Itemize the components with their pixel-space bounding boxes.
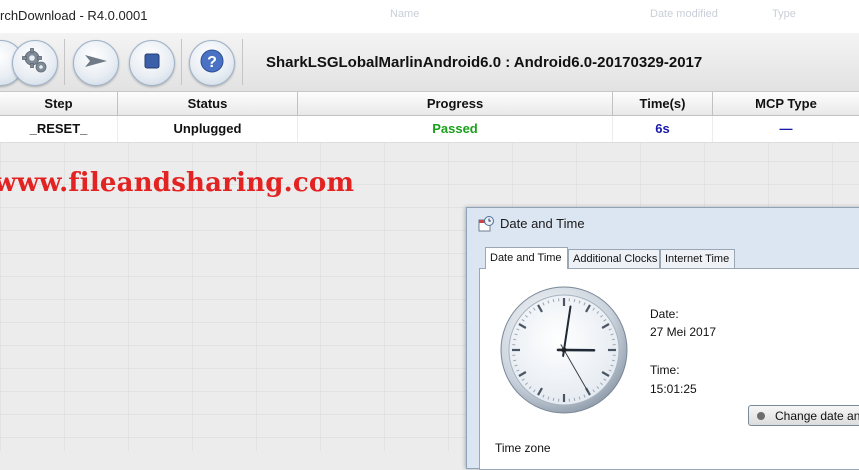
ghost-header-type: Type — [772, 8, 796, 20]
clock-minute-tick — [612, 360, 615, 361]
gear-icon — [20, 46, 50, 81]
cell-step: _RESET_ — [0, 116, 118, 142]
change-date-time-button[interactable]: Change date and t — [748, 405, 859, 426]
table-header: Step Status Progress Time(s) MCP Type — [0, 92, 859, 116]
watermark-text: www.fileandsharing.com — [0, 168, 354, 198]
svg-text:?: ? — [207, 54, 217, 71]
toolbar-separator — [181, 39, 182, 85]
date-value: 27 Mei 2017 — [650, 325, 716, 339]
column-header-progress[interactable]: Progress — [298, 92, 613, 115]
column-header-status[interactable]: Status — [118, 92, 298, 115]
time-label: Time: — [650, 363, 680, 377]
shield-icon — [757, 412, 765, 420]
ghost-header-name: Name — [390, 8, 419, 20]
cell-progress: Passed — [298, 116, 613, 142]
clock-minute-tick — [513, 339, 516, 340]
help-button[interactable]: ? — [189, 40, 235, 86]
column-header-mcp-type[interactable]: MCP Type — [713, 92, 859, 115]
clock-minute-tick — [513, 360, 516, 361]
dialog-title: Date and Time — [500, 216, 585, 231]
clock-minute-tick — [553, 398, 554, 401]
tab-internet-time[interactable]: Internet Time — [660, 249, 735, 268]
toolbar-separator — [242, 39, 243, 85]
column-header-time[interactable]: Time(s) — [613, 92, 713, 115]
clock-minute-tick — [553, 299, 554, 302]
tab-panel: Date: 27 Mei 2017 Time: 15:01:25 Change … — [479, 268, 859, 470]
tab-date-and-time[interactable]: Date and Time — [485, 247, 568, 269]
toolbar: ? SharkLSGLobalMarlinAndroid6.0 : Androi… — [0, 33, 859, 92]
column-header-step[interactable]: Step — [0, 92, 118, 115]
time-value: 15:01:25 — [650, 382, 697, 396]
stop-button[interactable] — [129, 40, 175, 86]
title-bar: rchDownload - R4.0.0001 Name Date modifi… — [0, 0, 859, 34]
date-label: Date: — [650, 307, 679, 321]
cell-status: Unplugged — [118, 116, 298, 142]
window-title: rchDownload - R4.0.0001 — [0, 8, 147, 23]
cell-time: 6s — [613, 116, 713, 142]
clock-minute-tick — [574, 299, 575, 302]
analog-clock — [499, 285, 629, 420]
build-label: SharkLSGLobalMarlinAndroid6.0 : Android6… — [266, 54, 702, 71]
toolbar-separator — [64, 39, 65, 85]
table-row[interactable]: _RESET_ Unplugged Passed 6s — — [0, 116, 859, 143]
time-zone-label: Time zone — [495, 441, 551, 455]
settings-button[interactable] — [12, 40, 58, 86]
play-arrow-icon — [83, 51, 109, 76]
clock-minute-tick — [574, 398, 575, 401]
change-date-time-label: Change date and t — [775, 409, 859, 423]
date-time-dialog: Date and Time Date and Time Additional C… — [466, 207, 859, 469]
start-button[interactable] — [73, 40, 119, 86]
question-icon: ? — [199, 48, 225, 79]
tab-additional-clocks[interactable]: Additional Clocks — [568, 249, 660, 268]
clock-minute-tick — [612, 339, 615, 340]
ghost-header-date: Date modified — [650, 8, 718, 20]
stop-square-icon — [142, 51, 162, 76]
clock-calendar-icon — [478, 216, 494, 237]
cell-mcp-type: — — [713, 116, 859, 142]
